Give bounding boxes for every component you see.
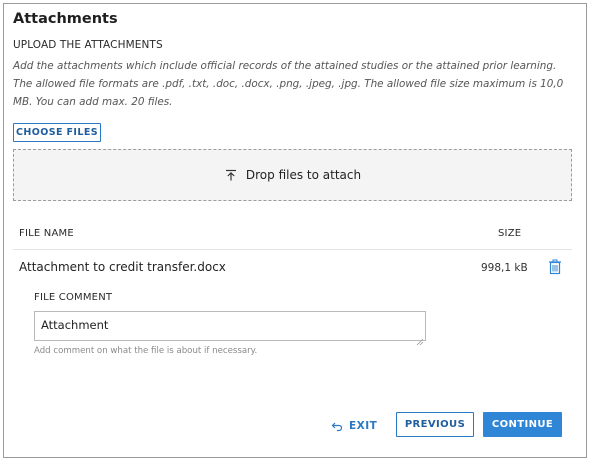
continue-button[interactable]: CONTINUE <box>483 412 562 437</box>
file-dropzone[interactable]: Drop files to attach <box>13 149 572 201</box>
exit-button[interactable]: EXIT <box>331 416 377 436</box>
file-comment-input[interactable] <box>35 312 425 340</box>
section-title: Attachments <box>13 11 118 27</box>
file-comment-hint: Add comment on what the file is about if… <box>34 346 258 356</box>
header-divider <box>13 249 572 250</box>
file-size: 998,1 kB <box>481 262 528 274</box>
exit-label: EXIT <box>349 420 378 432</box>
column-header-size: SIZE <box>498 228 522 239</box>
file-name: Attachment to credit transfer.docx <box>19 260 226 274</box>
trash-icon[interactable] <box>548 259 562 275</box>
dropzone-label: Drop files to attach <box>245 168 362 182</box>
choose-files-button[interactable]: CHOOSE FILES <box>13 123 101 142</box>
previous-button[interactable]: PREVIOUS <box>396 412 474 437</box>
attachments-panel: Attachments UPLOAD THE ATTACHMENTS Add t… <box>3 3 587 458</box>
column-header-file-name: FILE NAME <box>19 228 74 239</box>
exit-arrow-icon <box>331 420 343 432</box>
upload-heading: UPLOAD THE ATTACHMENTS <box>13 39 163 51</box>
resize-handle-icon[interactable] <box>416 331 424 346</box>
upload-help-text: Add the attachments which include offici… <box>13 60 564 108</box>
upload-arrow-icon <box>224 168 238 182</box>
file-comment-label: FILE COMMENT <box>34 292 113 303</box>
file-comment-field[interactable] <box>34 311 426 346</box>
